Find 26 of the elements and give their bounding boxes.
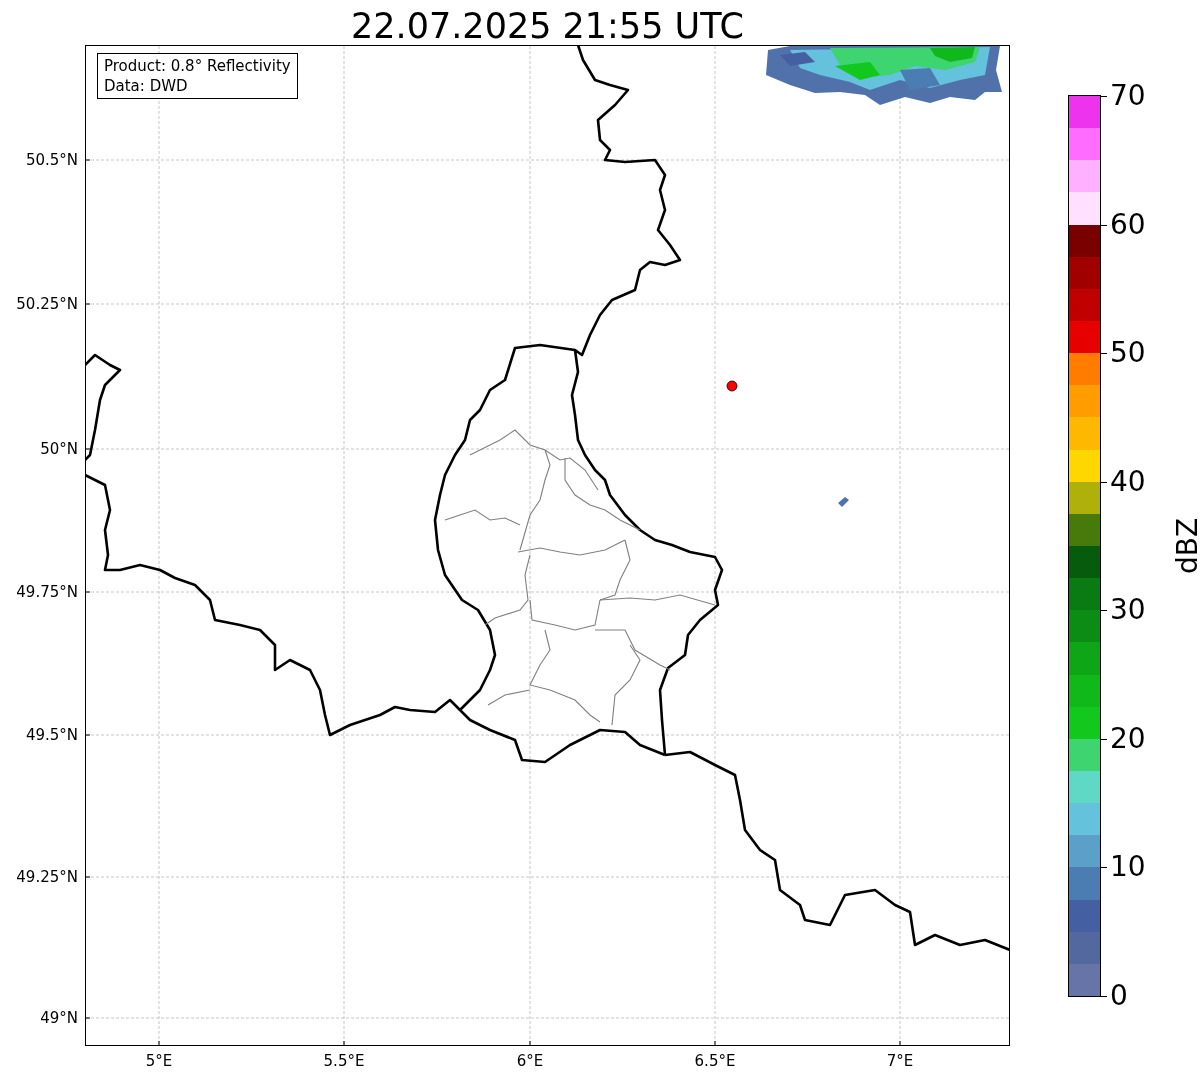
- colorbar-tick-label: 0: [1110, 980, 1128, 1012]
- x-tick-label: 5.5°E: [322, 1051, 366, 1071]
- x-tick-label: 5°E: [144, 1051, 174, 1071]
- y-tick-label: 49.5°N: [24, 725, 78, 745]
- colorbar-tick-label: 30: [1110, 594, 1146, 627]
- colorbar-label: dBZ: [1172, 517, 1202, 575]
- y-tick-label: 49.75°N: [15, 582, 78, 602]
- chart-title: 22.07.2025 21:55 UTC: [350, 5, 745, 48]
- location-marker: [726, 380, 738, 392]
- colorbar-tick-label: 50: [1110, 337, 1146, 370]
- x-tick-label: 6.5°E: [693, 1051, 737, 1071]
- y-tick-label: 49.25°N: [15, 867, 78, 887]
- info-text: Product: 0.8° Reflectivity: [104, 56, 291, 76]
- info-text: Data: DWD: [104, 76, 189, 96]
- colorbar-tick-label: 70: [1110, 80, 1146, 112]
- y-tick-label: 50.25°N: [15, 294, 78, 314]
- x-tick-label: 6°E: [515, 1051, 545, 1071]
- colorbar-tick-label: 10: [1110, 851, 1146, 884]
- radar-echo-spot: [838, 497, 849, 507]
- colorbar-tick-label: 20: [1110, 722, 1146, 755]
- y-tick-label: 50°N: [39, 439, 78, 459]
- y-tick-label: 49°N: [39, 1008, 78, 1028]
- colorbar-tick-label: 60: [1110, 208, 1146, 241]
- colorbar-tick-label: 40: [1110, 465, 1146, 498]
- x-tick-label: 7°E: [885, 1051, 915, 1071]
- y-tick-label: 50.5°N: [24, 150, 78, 170]
